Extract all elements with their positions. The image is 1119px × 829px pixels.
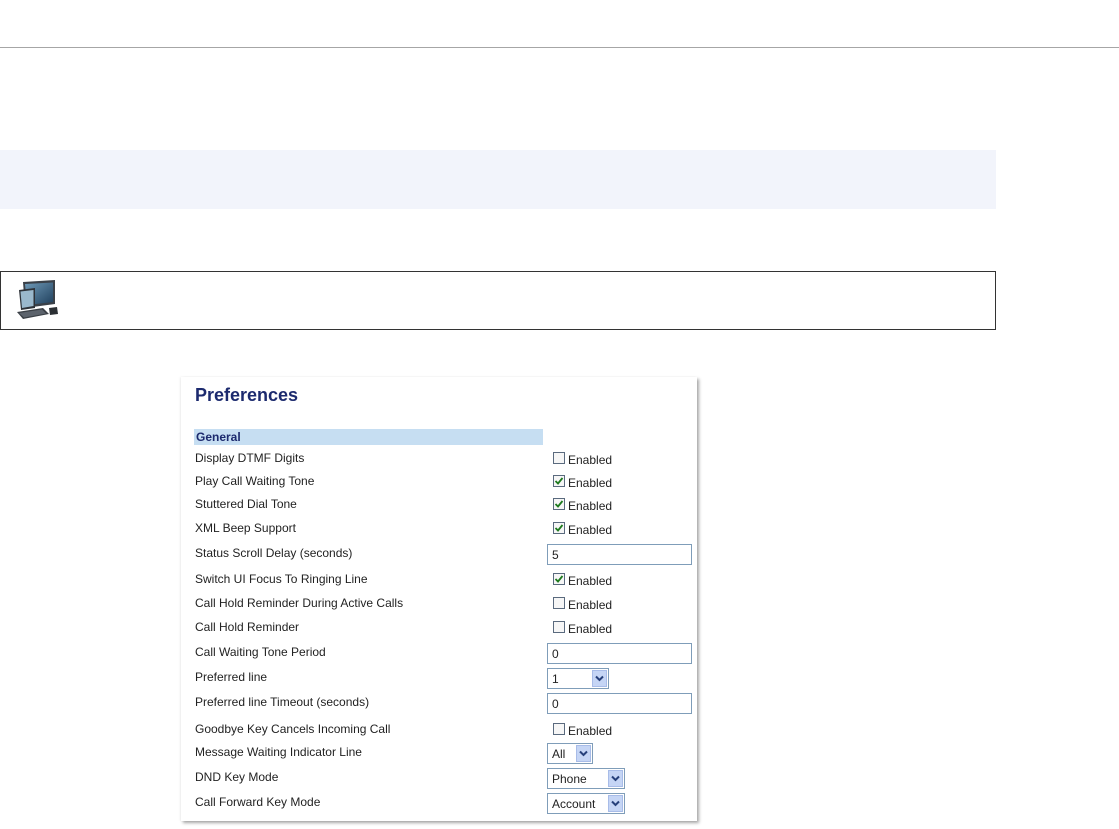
setting-input[interactable] [547,643,692,664]
enabled-checkbox[interactable] [553,597,565,609]
dropdown-button[interactable] [576,745,591,762]
chevron-down-icon [611,800,620,807]
setting-label: Call Waiting Tone Period [195,645,326,659]
setting-label: Play Call Waiting Tone [195,474,315,488]
checkbox-label: Enabled [568,499,613,513]
setting-row: Stuttered Dial Tone Enabled [181,495,697,515]
top-divider [0,47,1119,48]
enabled-checkbox[interactable] [553,475,565,487]
dropdown-button[interactable] [608,795,623,812]
setting-label: Switch UI Focus To Ringing Line [195,572,368,586]
setting-label: Call Hold Reminder [195,620,300,634]
section-header-general: General [194,429,543,445]
setting-label: Preferred line [195,670,268,684]
dropdown-button[interactable] [608,770,623,787]
setting-dropdown[interactable]: 1 [547,668,609,689]
checkmark-icon [554,500,564,508]
setting-label: Display DTMF Digits [195,451,305,465]
setting-row: DND Key Mode Phone [181,768,697,789]
checkbox-label: Enabled [568,574,613,588]
setting-row: Call Forward Key Mode Account [181,793,697,814]
setting-dropdown[interactable]: Phone [547,768,625,789]
setting-label: Message Waiting Indicator Line [195,745,362,759]
computer-monitor-icon [17,280,58,319]
setting-dropdown[interactable]: Account [547,793,625,814]
setting-row: Call Waiting Tone Period [181,643,697,664]
setting-row: Goodbye Key Cancels Incoming Call Enabled [181,720,697,740]
enabled-checkbox[interactable] [553,723,565,735]
setting-input[interactable] [547,544,692,565]
checkmark-icon [554,524,564,532]
checkbox-label: Enabled [568,622,613,636]
chevron-down-icon [579,750,588,757]
dropdown-button[interactable] [592,670,607,687]
dropdown-value: All [552,747,566,761]
setting-label: Call Forward Key Mode [195,795,321,809]
enabled-checkbox[interactable] [553,452,565,464]
setting-label: Call Hold Reminder During Active Calls [195,596,404,610]
section-label: General [196,430,241,444]
note-band [0,150,996,209]
setting-row: Preferred line 1 [181,668,697,689]
checkmark-icon [554,575,564,583]
dropdown-value: 1 [552,672,559,686]
enabled-checkbox[interactable] [553,522,565,534]
setting-row: Call Hold Reminder Enabled [181,618,697,638]
setting-label: XML Beep Support [195,521,296,535]
checkbox-label: Enabled [568,476,613,490]
chevron-down-icon [611,775,620,782]
setting-row: Status Scroll Delay (seconds) [181,544,697,565]
dropdown-value: Account [552,797,596,811]
setting-label: Preferred line Timeout (seconds) [195,695,370,709]
setting-row: XML Beep Support Enabled [181,519,697,539]
checkbox-label: Enabled [568,724,613,738]
setting-row: Preferred line Timeout (seconds) [181,693,697,714]
setting-label: DND Key Mode [195,770,279,784]
setting-dropdown[interactable]: All [547,743,593,764]
setting-row: Message Waiting Indicator Line All [181,743,697,764]
checkmark-icon [554,477,564,485]
setting-label: Stuttered Dial Tone [195,497,297,511]
setting-row: Call Hold Reminder During Active Calls En… [181,594,697,614]
setting-label: Status Scroll Delay (seconds) [195,546,353,560]
dropdown-value: Phone [552,772,587,786]
checkbox-label: Enabled [568,523,613,537]
checkbox-label: Enabled [568,453,613,467]
enabled-checkbox[interactable] [553,573,565,585]
preferences-panel: Preferences General Display DTMF Digits E… [181,377,697,821]
setting-input[interactable] [547,693,692,714]
setting-row: Play Call Waiting Tone Enabled [181,472,697,492]
web-ui-callout [0,271,996,330]
setting-label: Goodbye Key Cancels Incoming Call [195,722,391,736]
panel-title: Preferences [195,385,299,405]
enabled-checkbox[interactable] [553,498,565,510]
setting-row: Display DTMF Digits Enabled [181,449,697,469]
chevron-down-icon [595,675,604,682]
enabled-checkbox[interactable] [553,621,565,633]
setting-row: Switch UI Focus To Ringing Line Enabled [181,570,697,590]
checkbox-label: Enabled [568,598,613,612]
